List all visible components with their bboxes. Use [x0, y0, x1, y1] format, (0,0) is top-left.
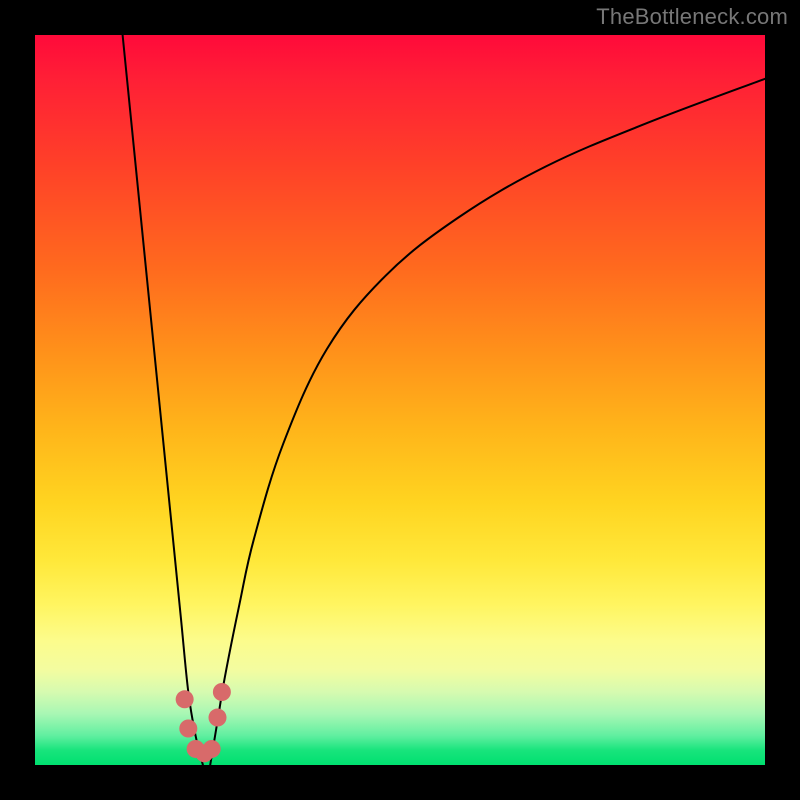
right-curve — [210, 79, 765, 765]
chart-frame: TheBottleneck.com — [0, 0, 800, 800]
marker-dot — [179, 720, 197, 738]
curve-layer — [35, 35, 765, 765]
marker-dot — [209, 709, 227, 727]
plot-area — [35, 35, 765, 765]
marker-dot — [176, 690, 194, 708]
marker-dot — [203, 740, 221, 758]
left-curve — [123, 35, 203, 765]
highlight-cluster — [176, 683, 231, 762]
marker-dot — [213, 683, 231, 701]
attribution-text: TheBottleneck.com — [596, 4, 788, 30]
